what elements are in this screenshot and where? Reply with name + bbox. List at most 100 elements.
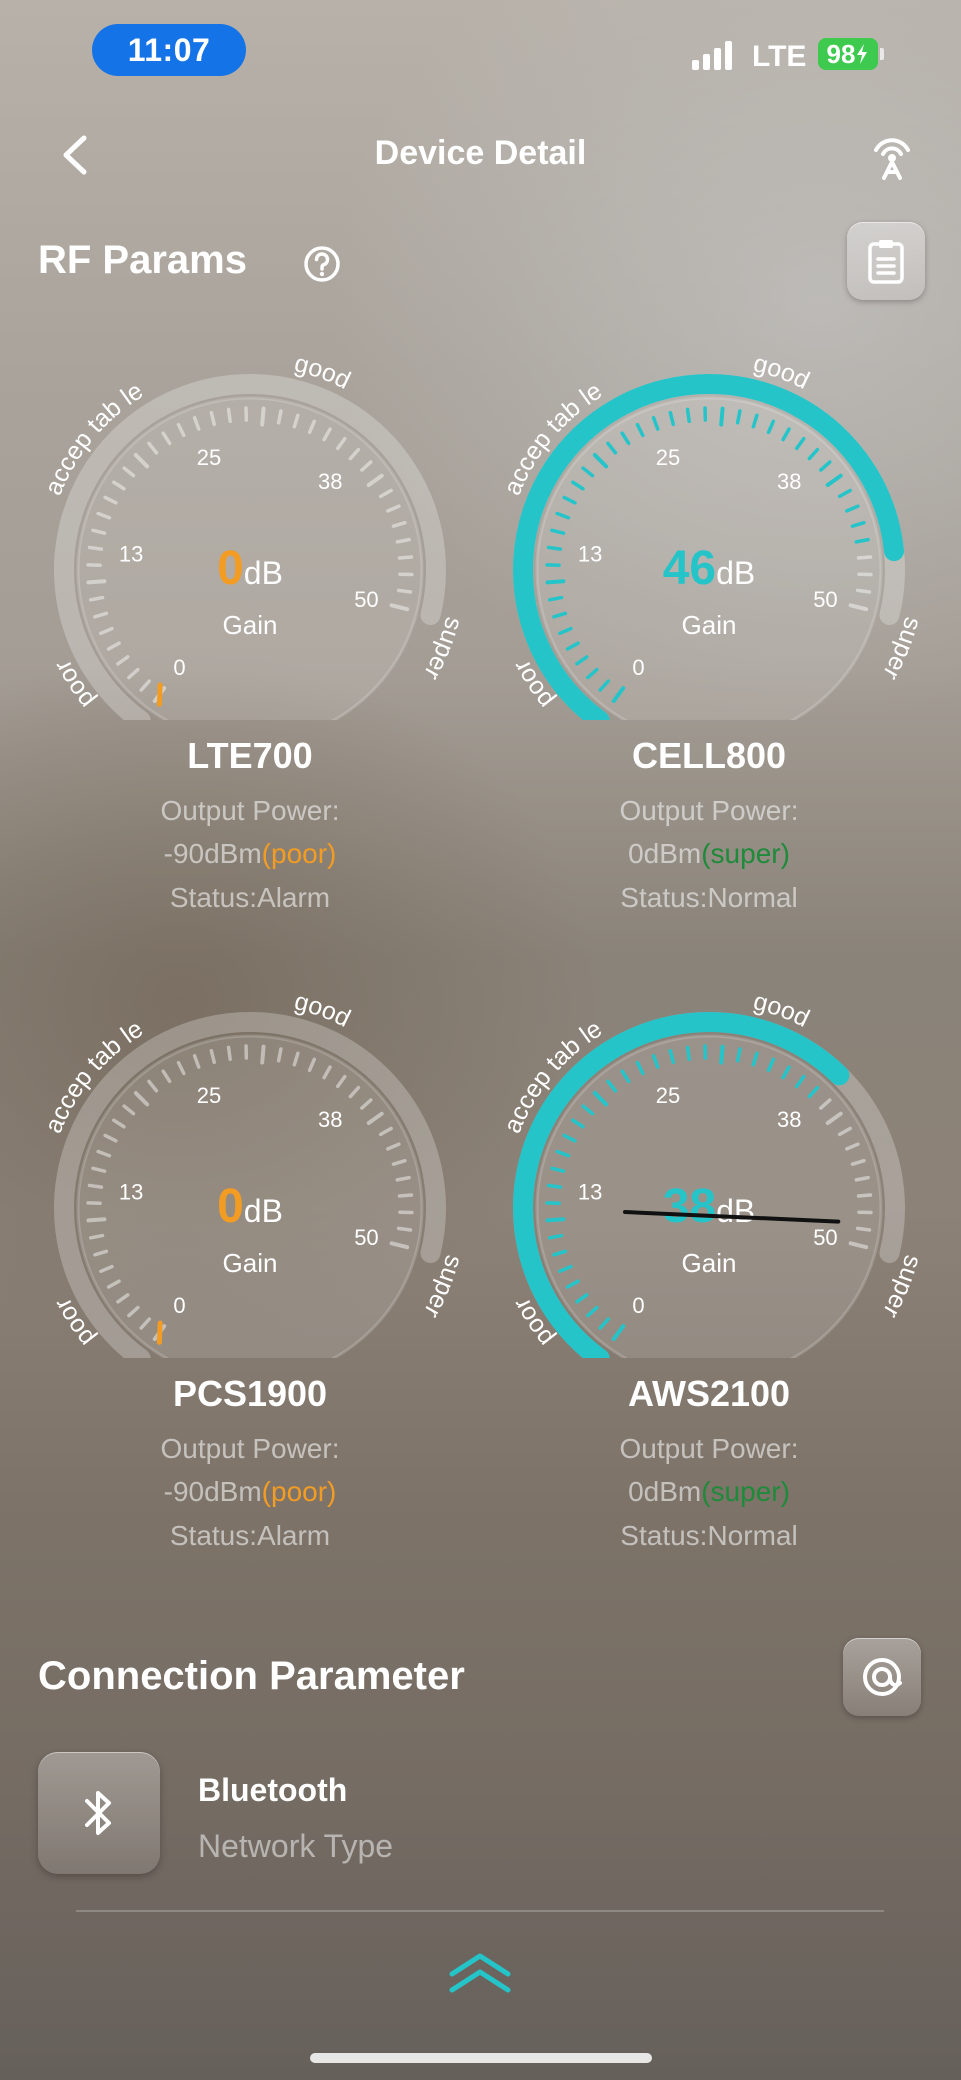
double-chevron-up-icon [449,1953,511,1993]
expand-button[interactable] [440,1948,520,1998]
gain-value: 0 [217,1180,244,1233]
gain-value: 46 [663,542,716,595]
gauge-tick [87,1183,104,1189]
gauge-scale-label: 13 [578,541,602,566]
gauge-scale-label: 50 [813,1225,837,1250]
gauge-zero-marker [156,1320,163,1345]
gauge-tick [86,579,107,585]
gauge-tick [548,595,564,602]
output-power-label: Output Power: [160,1433,340,1464]
gauge-zone-label: super [877,614,927,684]
gauge-tick [86,1217,107,1223]
help-button[interactable] [302,244,342,284]
band-status: Status:Normal [620,882,798,913]
gauge-scale-label: 25 [656,1083,680,1108]
antenna-button[interactable] [864,128,920,184]
gauge-card-aws2100: 0 13 25 38 50 38dB Gain poor accep tab le good sup… [489,978,929,1598]
power-level: (super) [701,1476,790,1507]
network-type-label: Network Type [198,1828,394,1864]
output-power-label: Output Power: [619,795,799,826]
gauge-zone-label-text: super [418,1252,468,1322]
gauge-tick [276,1047,283,1063]
gauge-card-lte700: 0 13 25 38 50 0dB Gain poor accep tab le good supe… [30,340,470,960]
gain-unit: dB [716,555,755,591]
question-circle-icon [304,246,340,282]
gauge-tick [260,1044,266,1065]
cellular-signal-icon [692,40,732,70]
gauge-tick [89,1233,105,1240]
gauge-scale-label: 50 [354,587,378,612]
power-reading: 0dBm [628,838,702,869]
gauge-zero-marker [156,682,163,707]
gauge-tick [545,579,566,585]
gauge-scale-label: 50 [354,1225,378,1250]
gauge-scale-label: 0 [173,655,185,680]
power-reading: 0dBm [628,1476,702,1507]
target-icon [863,1658,902,1696]
output-power-value: -90dBm(poor) [30,1476,470,1508]
gauge-scale-label: 13 [119,1179,143,1204]
gain-unit: dB [244,1193,283,1229]
gain-gauge: 0132538500dBGainpooraccep tab legoodsupe… [39,987,468,1358]
gain-gauge: 01325385046dBGainpooraccep tab legoodsup… [498,349,927,720]
gauge-card-pcs1900: 0 13 25 38 50 0dB Gain poor accep tab le good supe… [30,978,470,1598]
connection-settings-button[interactable] [843,1638,921,1716]
gauge-tick [397,555,414,560]
gain-label: Gain [223,1248,278,1278]
gauge-tick [395,1175,411,1182]
gauge-tick [854,537,870,544]
gauge-tick [685,407,691,424]
gain-gauge: 0132538500dBGainpooraccep tab legoodsupe… [39,349,468,720]
gain-unit: dB [716,1193,755,1229]
home-indicator[interactable] [310,2053,652,2063]
battery-cap [880,48,884,60]
gauge-tick [735,1047,742,1063]
gauge-tick [855,1226,872,1232]
gauge-scale-label: 0 [173,1293,185,1318]
clipboard-icon [868,240,904,284]
rf-params-title: RF Params [38,238,247,282]
gauge-tick [226,1045,232,1062]
gauge-tick [397,1193,414,1198]
output-power-label: Output Power: [619,1433,799,1464]
nav-bar: Device Detail [0,120,961,190]
band-status: Status:Alarm [169,882,331,913]
gauge-scale-label: 0 [632,655,644,680]
gauge-zone-label-text: super [877,1252,927,1322]
gauge-tick [735,409,742,425]
gauge-scale-label: 25 [197,445,221,470]
output-power-value: -90dBm(poor) [30,838,470,870]
gauge-tick [276,409,283,425]
connection-parameter-title: Connection Parameter [38,1654,465,1698]
output-power-value: 0dBm(super) [489,838,929,870]
gauge-zone-label: super [418,1252,468,1322]
band-status: Status:Alarm [169,1520,331,1551]
output-power-label: Output Power: [160,795,340,826]
gauge-zone-label: super [877,1252,927,1322]
gain-value: 38 [663,1180,716,1233]
gauge-tick [396,1226,413,1232]
status-time: 11:07 [92,24,246,76]
gauge-tick [548,1233,564,1240]
gauge-zone-label-text: super [877,614,927,684]
gauge-tick [546,545,563,551]
power-reading: -90dBm [163,1476,262,1507]
gauge-tick [855,588,872,594]
report-button[interactable] [847,222,925,300]
band-name: AWS2100 [627,1373,791,1414]
charging-bolt-icon [857,44,868,64]
bluetooth-icon [85,1791,111,1835]
power-reading: -90dBm [163,838,262,869]
gauge-scale-label: 25 [656,445,680,470]
gauge-scale-label: 38 [777,1107,801,1132]
gauge-card-cell800: 0 13 25 38 50 46dB Gain poor accep tab le good sup… [489,340,929,960]
gauge-tick [89,595,105,602]
power-level: (poor) [261,838,337,869]
gain-gauge: 01325385038dBGainpooraccep tab legoodsup… [498,987,927,1358]
network-type: LTE [752,40,807,73]
gain-label: Gain [682,610,737,640]
status-bar: 11:07 LTE 98 [0,0,961,100]
band-status: Status:Normal [620,1520,798,1551]
bluetooth-tile[interactable] [38,1752,160,1874]
gauge-tick [546,1183,563,1189]
